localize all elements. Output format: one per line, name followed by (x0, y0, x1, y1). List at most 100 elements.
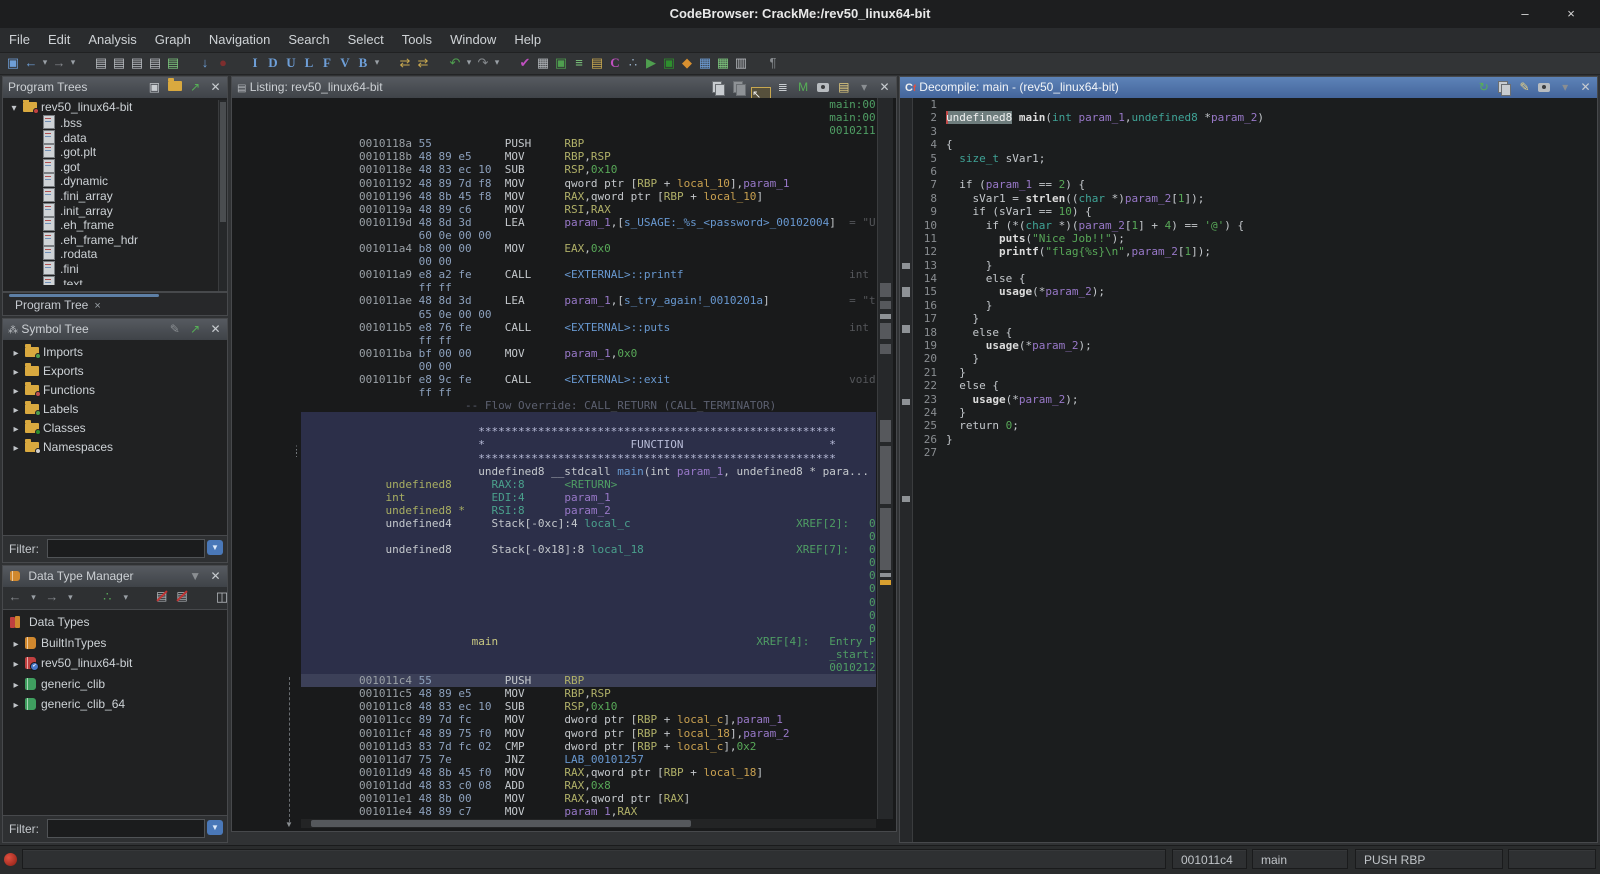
dtm-item-data-types[interactable]: Data Types (3, 612, 227, 633)
ghidra-dragon-icon[interactable] (4, 853, 17, 866)
program-trees-header[interactable]: Program Trees ▣ ↗ ✕ (3, 77, 227, 98)
tree-item-gotplt[interactable]: .got.plt (3, 144, 219, 159)
decompile-dropdown-icon[interactable]: ▾ (1557, 77, 1574, 98)
tree-item-data[interactable]: .data (3, 129, 219, 145)
forward-dropdown-icon[interactable]: ▾ (69, 54, 77, 71)
paste-icon[interactable] (731, 77, 748, 98)
expand-icon[interactable]: ▸ (9, 680, 23, 691)
page-icon-1[interactable]: ▤ (93, 54, 109, 71)
format-V-icon[interactable]: V (337, 54, 353, 71)
back-icon[interactable]: ← (23, 54, 39, 71)
expand-icon[interactable]: ▸ (9, 367, 23, 378)
listing-header[interactable]: ▤ Listing: rev50_linux64-bit ↖ ≣ M ▤ ▾ ✕ (232, 77, 896, 98)
parse-c-icon[interactable]: C (607, 54, 623, 71)
open-datatype-icon[interactable]: ▤ (589, 54, 605, 71)
tree-item-bss[interactable]: .bss (3, 115, 219, 130)
cursor-location-icon[interactable]: ↖ (750, 87, 771, 98)
dtm-forward-dropdown-icon[interactable]: ▾ (66, 588, 74, 606)
menu-edit[interactable]: Edit (39, 28, 79, 51)
menu-search[interactable]: Search (279, 28, 338, 51)
expand-icon[interactable]: ▸ (9, 386, 23, 397)
decompile-code[interactable]: 1 2 undefined8 main(int param_1,undefined8… (916, 98, 1593, 838)
diff-view-icon[interactable]: M (795, 77, 812, 98)
redo-dropdown-icon[interactable]: ▾ (493, 54, 501, 71)
page-icon-3[interactable]: ▤ (129, 54, 145, 71)
symbol-tree-item-exports[interactable]: ▸ Exports (3, 362, 227, 381)
menu-analysis[interactable]: Analysis (79, 28, 145, 51)
dtm-filter-pointers-icon[interactable]: ▤ (174, 587, 190, 605)
tree-item-eh_frame_hdr[interactable]: .eh_frame_hdr (3, 231, 219, 247)
microphone-icon[interactable]: ¶ (765, 54, 781, 71)
goto-external-icon[interactable]: ↗ (187, 319, 204, 340)
expand-icon[interactable]: ▸ (9, 639, 23, 650)
tree-item-rodata[interactable]: .rodata (3, 246, 219, 261)
listing-dropdown-icon[interactable]: ▾ (856, 77, 873, 98)
filter-config-icon[interactable]: ▼ (207, 540, 223, 555)
refresh-icon[interactable]: ↻ (1475, 77, 1492, 98)
dtm-header[interactable]: Data Type Manager ▼ ✕ (3, 566, 227, 587)
expand-icon[interactable]: ▸ (9, 659, 23, 670)
dtm-back-icon[interactable]: ← (7, 588, 23, 606)
tree-item-fini[interactable]: .fini (3, 260, 219, 276)
symbol-tree-close-icon[interactable]: ✕ (207, 319, 224, 340)
dtm-preview-icon[interactable]: ◫ (214, 588, 230, 606)
format-D-icon[interactable]: D (265, 54, 281, 71)
tab-scrollbar[interactable] (9, 294, 159, 297)
undo-icon[interactable]: ↶ (447, 54, 463, 71)
dtm-back-dropdown-icon[interactable]: ▾ (29, 588, 37, 606)
dtm-tree-conf-dropdown-icon[interactable]: ▾ (122, 588, 130, 606)
listing-scrollbar[interactable] (877, 98, 893, 819)
tree-item-text[interactable]: .text (3, 275, 219, 285)
validate-icon[interactable]: ✔ (517, 54, 533, 71)
debugger-icon[interactable]: ▣ (661, 54, 677, 71)
new-tree-icon[interactable]: ▣ (146, 77, 163, 98)
menu-file[interactable]: File (0, 28, 39, 51)
dtm-item-generic_clib[interactable]: ▸ generic_clib (3, 674, 227, 695)
field-header-icon[interactable]: ≣ (774, 77, 791, 98)
decompile-close-icon[interactable]: ✕ (1577, 77, 1594, 98)
data-list-icon[interactable]: ≡ (571, 54, 587, 71)
symbol-tree-header[interactable]: ⁂ Symbol Tree ✎ ↗ ✕ (3, 319, 227, 340)
expand-icon[interactable]: ▸ (9, 700, 23, 711)
edit-signature-icon[interactable]: ✎ (1516, 77, 1533, 98)
decompile-copy-icon[interactable] (1496, 77, 1513, 98)
tree-item-root[interactable]: ▾ rev50_linux64-bit (3, 100, 219, 115)
collapse-icon[interactable]: ▾ (7, 103, 21, 114)
table-icon-2[interactable]: ▦ (715, 54, 731, 71)
dtm-dropdown-icon[interactable]: ▼ (187, 566, 204, 587)
expand-icon[interactable]: ▸ (9, 424, 23, 435)
minimize-button[interactable]: – (1510, 4, 1540, 24)
dtm-item-rev50_linux64-bit[interactable]: ▸ ✔ rev50_linux64-bit (3, 653, 227, 674)
expand-icon[interactable]: ▸ (9, 405, 23, 416)
decompile-header[interactable]: Cf Decompile: main - (rev50_linux64-bit)… (900, 77, 1597, 98)
menu-help[interactable]: Help (505, 28, 550, 51)
clear-icon[interactable]: ● (215, 54, 231, 71)
margin-drag-handle[interactable]: ⋮ ⋮ (292, 445, 301, 458)
listing-code[interactable]: main:00101 main:00101 00102110(*0010118a… (301, 98, 876, 817)
copy-icon[interactable] (710, 77, 727, 98)
menu-window[interactable]: Window (441, 28, 505, 51)
chart-icon[interactable]: ▥ (733, 54, 749, 71)
symbol-filter-input[interactable] (47, 539, 205, 558)
goto-icon[interactable]: ↓ (197, 54, 213, 71)
tab-program-tree[interactable]: Program Tree × (7, 298, 109, 312)
menu-tools[interactable]: Tools (393, 28, 441, 51)
symbol-tree-item-functions[interactable]: ▸ Functions (3, 381, 227, 400)
save-icon[interactable]: ▣ (5, 54, 21, 71)
table-icon-1[interactable]: ▦ (697, 54, 713, 71)
edit-listing-fields-icon[interactable]: ▤ (835, 77, 852, 98)
decompile-marker-strip[interactable] (900, 98, 913, 842)
page-icon-4[interactable]: ▤ (147, 54, 163, 71)
tree-item-dynamic[interactable]: .dynamic (3, 173, 219, 188)
dtm-filter-arrays-icon[interactable]: ▤ (154, 587, 170, 605)
listing-close-icon[interactable]: ✕ (876, 77, 893, 98)
format-F-icon[interactable]: F (319, 54, 335, 71)
redo-icon[interactable]: ↷ (475, 54, 491, 71)
symbol-tree-item-classes[interactable]: ▸ Classes (3, 419, 227, 438)
insert-icon[interactable]: ▣ (553, 54, 569, 71)
symbol-tree-item-namespaces[interactable]: ▸ Namespaces (3, 438, 227, 457)
dtm-item-builtintypes[interactable]: ▸ BuiltInTypes (3, 633, 227, 654)
call-graph-icon[interactable]: ∴ (625, 54, 641, 71)
dtm-filter-input[interactable] (47, 819, 205, 838)
listing-hscrollbar[interactable] (301, 819, 876, 828)
